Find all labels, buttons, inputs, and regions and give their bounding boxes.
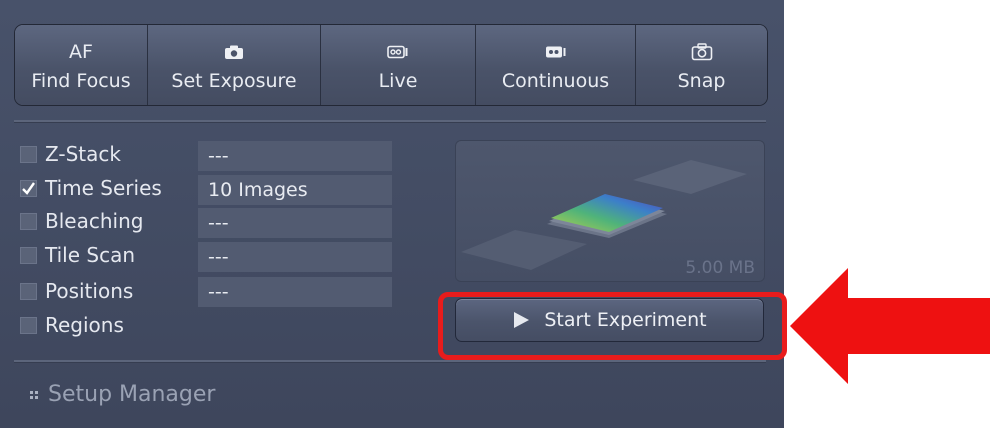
tile-scan-value: --- [198,242,392,272]
option-time-series: Time Series [20,173,162,203]
bleaching-checkbox[interactable] [20,212,37,230]
option-regions: Regions [20,310,124,340]
divider [14,360,766,363]
highlight-box [438,292,787,360]
af-label: AF [69,41,93,63]
tile-scan-checkbox[interactable] [20,246,37,264]
snap-label: Snap [677,70,726,92]
continuous-label: Continuous [501,70,610,92]
find-focus-label: Find Focus [31,70,131,92]
option-bleaching: Bleaching [20,206,143,236]
option-label: Z-Stack [45,142,121,166]
time-series-checkbox[interactable] [20,179,37,197]
video-camera-icon [387,45,408,59]
z-stack-value: --- [198,141,392,171]
data-size-label: 5.00 MB [685,258,755,278]
continuous-button[interactable]: Continuous [476,25,636,105]
setup-manager-label: Setup Manager [48,382,216,407]
find-focus-button[interactable]: AF Find Focus [15,25,148,105]
camera-icon [225,45,243,59]
positions-checkbox[interactable] [20,282,37,300]
option-z-stack: Z-Stack [20,139,121,169]
grip-icon [30,390,38,399]
option-label: Positions [45,279,134,303]
option-tile-scan: Tile Scan [20,240,135,270]
live-button[interactable]: Live [321,25,476,105]
option-label: Bleaching [45,209,144,233]
snapshot-camera-icon [691,43,712,61]
regions-checkbox[interactable] [20,316,37,334]
acquisition-panel: AF Find Focus Set Exposure Live Continuo… [0,0,784,428]
time-series-value: 10 Images [198,175,392,205]
divider [14,120,766,123]
setup-manager-header[interactable]: Setup Manager [30,382,215,407]
video-camera-icon [545,46,565,58]
set-exposure-label: Set Exposure [171,70,297,92]
option-positions: Positions [20,276,133,306]
option-label: Tile Scan [45,243,135,267]
set-exposure-button[interactable]: Set Exposure [148,25,321,105]
red-arrow-icon [790,268,990,384]
positions-value: --- [198,277,392,307]
acquisition-toolbar: AF Find Focus Set Exposure Live Continuo… [14,24,768,106]
z-stack-checkbox[interactable] [20,145,37,163]
checkmark-icon [22,181,35,195]
option-label: Regions [45,313,124,337]
live-label: Live [378,70,418,92]
snap-button[interactable]: Snap [636,25,767,105]
bleaching-value: --- [198,208,392,238]
option-label: Time Series [45,176,162,200]
experiment-preview: 5.00 MB [455,140,765,282]
